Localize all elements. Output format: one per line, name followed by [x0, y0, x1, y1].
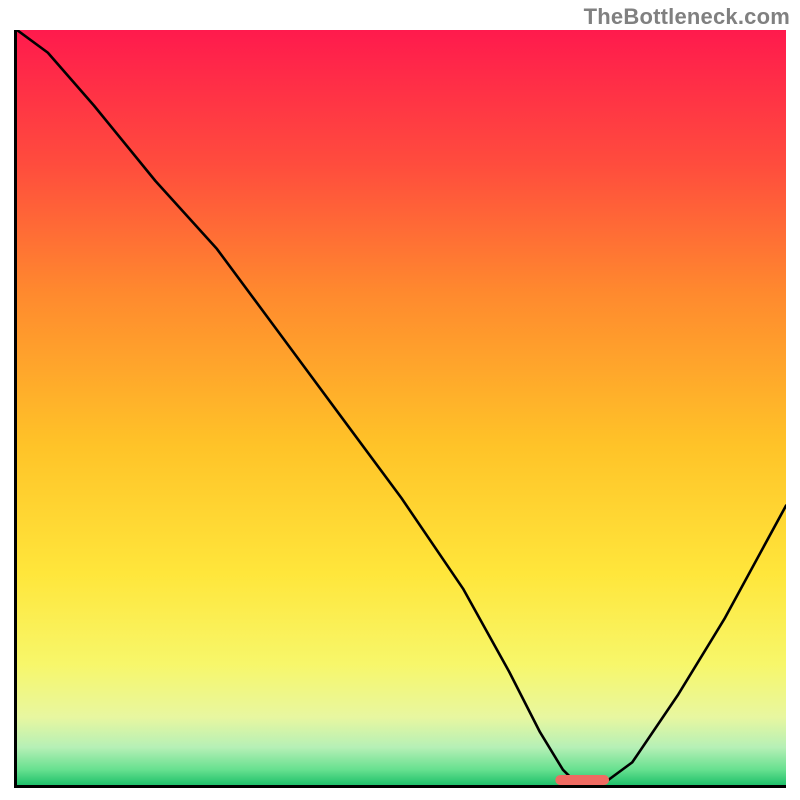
plot-area — [14, 30, 786, 788]
chart-stage: TheBottleneck.com — [0, 0, 800, 800]
plot-svg — [17, 30, 786, 785]
minimum-marker — [555, 775, 609, 785]
watermark-text: TheBottleneck.com — [584, 4, 790, 30]
gradient-rect — [17, 30, 786, 785]
